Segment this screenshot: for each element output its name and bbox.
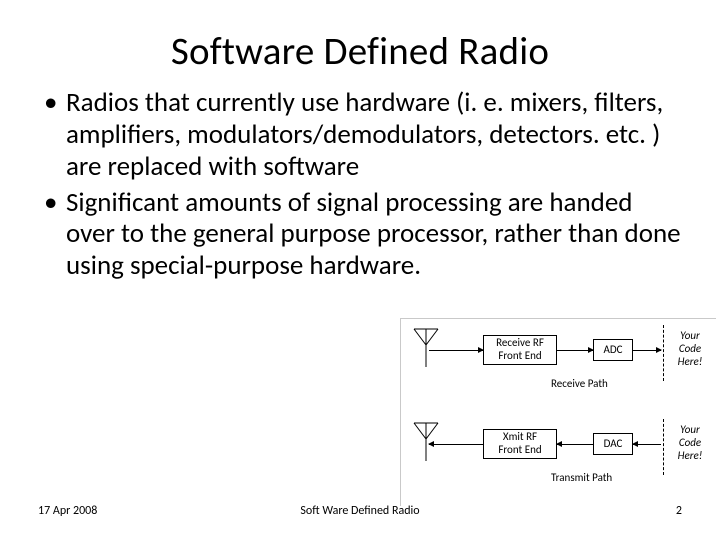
footer-page-number: 2 — [676, 504, 682, 518]
dashed-divider — [663, 419, 664, 475]
arrow-icon — [633, 350, 661, 351]
adc-box: ADC — [593, 339, 633, 361]
receive-frontend-box: Receive RF Front End — [483, 335, 557, 365]
your-code-label: Your Code Here! — [666, 329, 714, 369]
dashed-divider — [663, 325, 664, 381]
transmit-path-label: Transmit Path — [551, 471, 612, 484]
bullet-item: Significant amounts of signal processing… — [40, 187, 682, 283]
receive-path-label: Receive Path — [551, 377, 608, 390]
bullet-item: Radios that currently use hardware (i. e… — [40, 87, 682, 183]
slide-title: Software Defined Radio — [38, 28, 682, 75]
bullet-list: Radios that currently use hardware (i. e… — [38, 87, 682, 282]
xmit-frontend-box: Xmit RF Front End — [483, 429, 557, 459]
arrow-icon — [557, 350, 593, 351]
transmit-path: Xmit RF Front End DAC Your Code Here! Tr… — [401, 413, 716, 507]
block-diagram: Receive RF Front End ADC Your Code Here!… — [400, 318, 716, 506]
receive-path: Receive RF Front End ADC Your Code Here!… — [401, 319, 716, 413]
slide: Software Defined Radio Radios that curre… — [0, 0, 720, 540]
arrow-icon — [557, 444, 593, 445]
your-code-label: Your Code Here! — [666, 423, 714, 463]
arrow-icon — [633, 444, 661, 445]
arrow-icon — [429, 350, 483, 351]
arrow-icon — [429, 444, 483, 445]
dac-box: DAC — [593, 433, 633, 455]
footer-title: Soft Ware Defined Radio — [38, 504, 682, 518]
